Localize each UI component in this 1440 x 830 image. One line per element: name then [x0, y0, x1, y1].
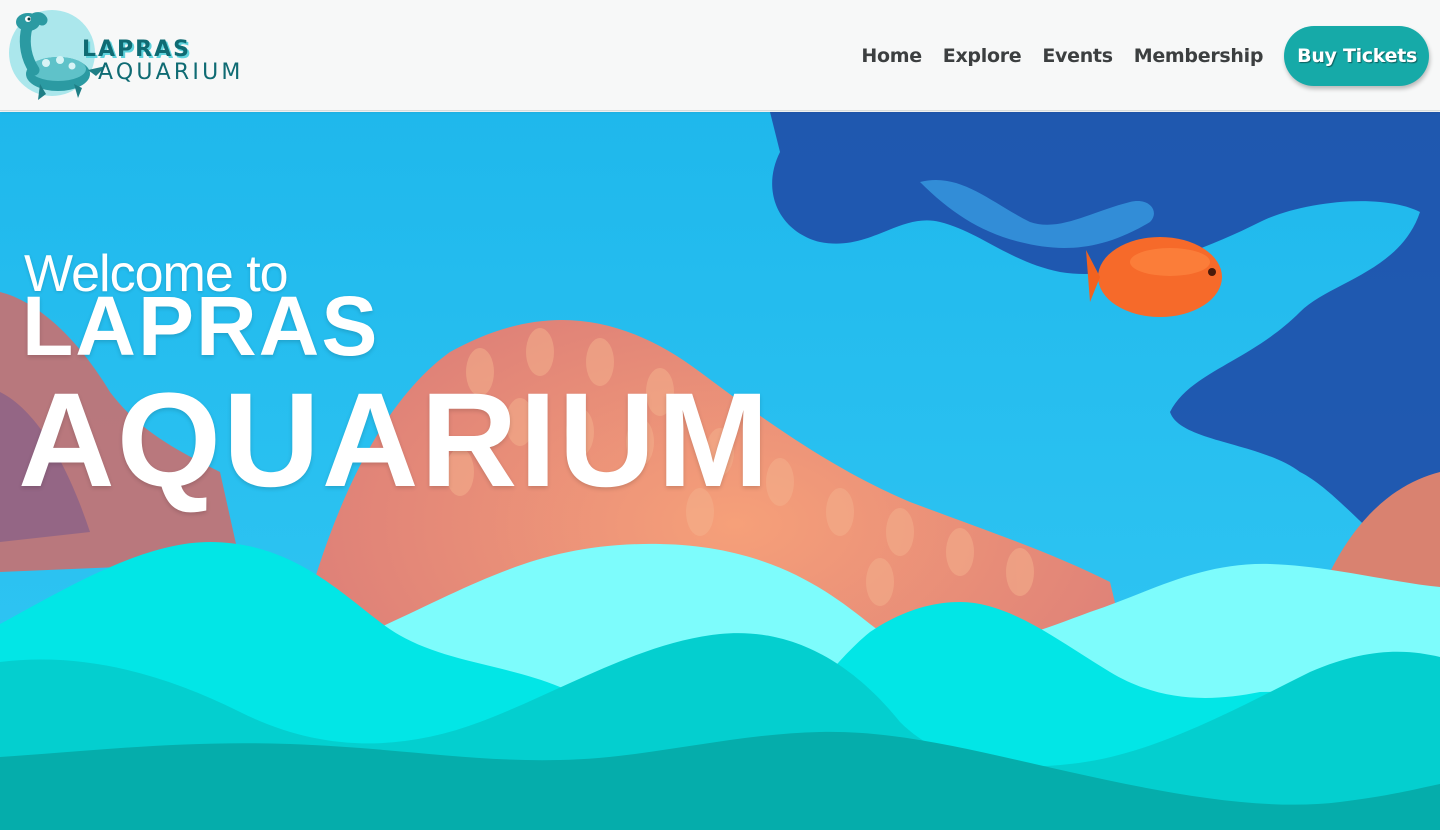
logo[interactable]: LAPRAS AQUARIUM [8, 8, 268, 104]
nav-explore[interactable]: Explore [943, 45, 1022, 67]
hero-section: Welcome to LAPRAS AQUARIUM [0, 112, 1440, 830]
hero-title-aquarium: AQUARIUM [18, 366, 771, 515]
nav-home[interactable]: Home [861, 45, 922, 67]
nav-events[interactable]: Events [1042, 45, 1113, 67]
hero-title-lapras: LAPRAS [22, 279, 380, 373]
nav-membership[interactable]: Membership [1134, 45, 1264, 67]
main-nav: Home Explore Events Membership Buy Ticke… [861, 0, 1440, 111]
buy-tickets-button[interactable]: Buy Tickets [1284, 25, 1429, 86]
logo-text-lapras: LAPRAS [82, 37, 191, 62]
logo-text-aquarium: AQUARIUM [98, 60, 244, 85]
site-header: LAPRAS AQUARIUM Home Explore Events Memb… [0, 0, 1440, 111]
